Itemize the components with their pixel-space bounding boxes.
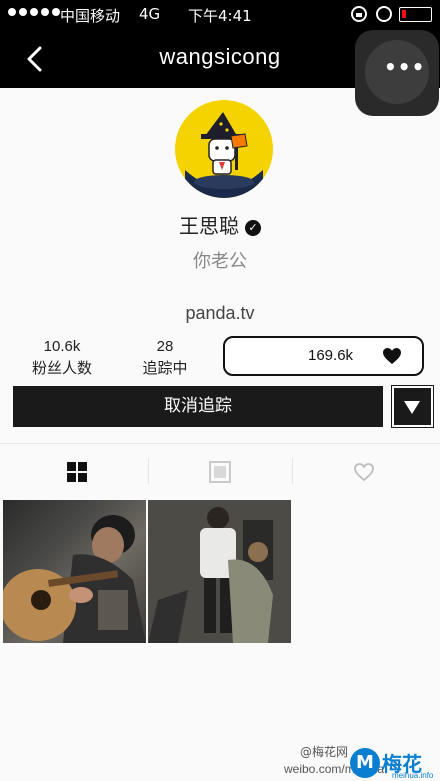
signal-strength-icon — [8, 8, 60, 16]
likes-button[interactable]: 169.6k — [223, 336, 424, 376]
watermark-site-url: meihua.info — [392, 771, 434, 780]
following-stat[interactable]: 28 追踪中 — [133, 338, 197, 378]
guitar-player-photo — [3, 515, 146, 643]
profile-website-link[interactable]: panda.tv — [0, 303, 440, 324]
battery-icon — [399, 7, 432, 22]
profile-name: 王思聪 — [179, 214, 239, 238]
meihua-logo-icon: M — [350, 748, 380, 778]
network-type: 4G — [139, 5, 161, 23]
post-thumbnail-friends[interactable] — [148, 500, 291, 643]
nav-bar: wangsicong ••• — [0, 30, 440, 116]
triangle-down-icon — [404, 401, 420, 414]
tab-divider — [292, 458, 293, 484]
more-dots-icon: ••• — [384, 55, 426, 79]
content-tabs — [0, 443, 440, 496]
more-options-button[interactable]: ••• — [355, 30, 439, 116]
alarm-icon — [376, 6, 392, 22]
square-icon[interactable] — [209, 461, 231, 483]
profile-name-row: 王思聪 ✓ — [0, 210, 440, 239]
unfollow-button[interactable]: 取消追踪 — [13, 386, 383, 427]
heart-outline-icon[interactable] — [353, 461, 375, 483]
tab-divider — [148, 458, 149, 484]
profile-bio: 你老公 — [193, 251, 247, 272]
status-time: 下午4:41 — [188, 7, 252, 25]
following-label: 追踪中 — [142, 359, 188, 377]
following-count: 28 — [156, 338, 174, 355]
followers-label: 粉丝人数 — [31, 359, 92, 377]
post-thumbnail-guitar[interactable] — [3, 500, 146, 643]
wizard-character-icon — [185, 112, 263, 198]
watermark-weibo-handle: @梅花网 — [300, 745, 349, 759]
rotation-lock-icon — [351, 6, 367, 22]
grid-icon[interactable] — [66, 461, 88, 483]
heart-filled-icon — [383, 348, 401, 364]
suggestions-dropdown-button[interactable] — [391, 385, 434, 428]
carrier-name: 中国移动 — [60, 7, 121, 25]
likes-count: 169.6k — [308, 347, 354, 364]
followers-count: 10.6k — [43, 338, 81, 355]
followers-stat[interactable]: 10.6k 粉丝人数 — [22, 338, 102, 378]
status-bar: 中国移动 4G 下午4:41 — [0, 0, 440, 30]
verified-badge-icon: ✓ — [245, 220, 261, 236]
friends-photo — [148, 500, 291, 643]
avatar[interactable] — [175, 100, 273, 198]
